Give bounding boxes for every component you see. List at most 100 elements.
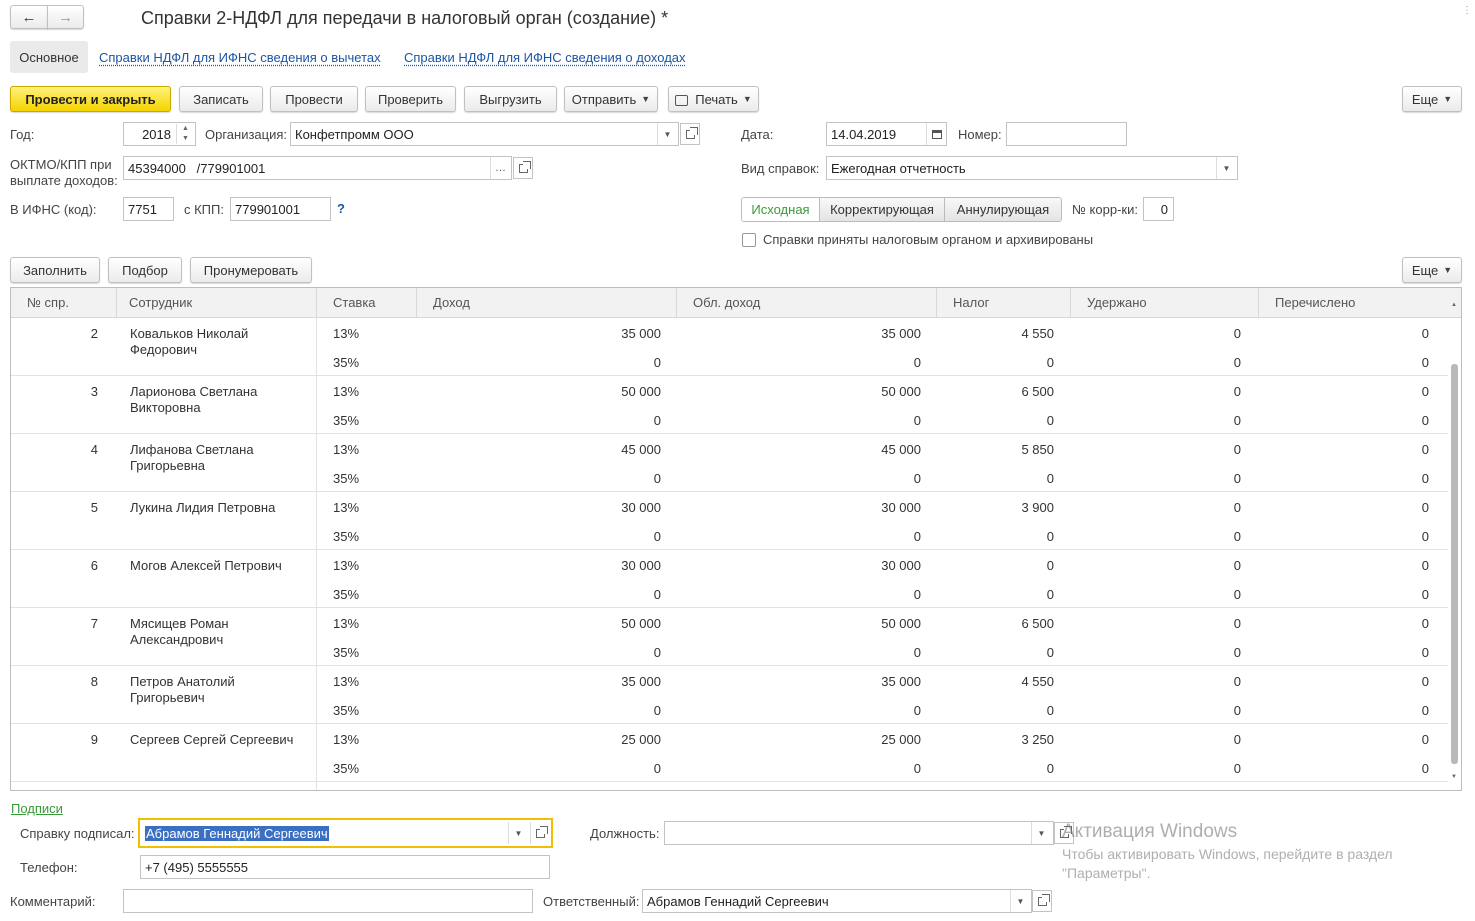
cell-tax: 3 250 <box>1021 732 1054 747</box>
print-label: Печать <box>695 91 738 107</box>
post-and-close-button[interactable]: Провести и закрыть <box>10 86 171 112</box>
window-menu-icon[interactable]: ⋮ <box>1462 6 1472 24</box>
kind-dropdown-icon[interactable]: ▼ <box>1216 157 1236 179</box>
cell-taxable: 0 <box>913 413 921 428</box>
cell-rate: 35% <box>333 529 360 544</box>
cell-income: 0 <box>653 413 661 428</box>
table-row[interactable]: 9 Сергеев Сергей Сергеевич 13% 25 000 25 000… <box>11 724 1448 782</box>
certificates-table: № спр. Сотрудник Ставка Доход Обл. доход… <box>10 287 1462 791</box>
cert-number: 2 <box>90 326 98 341</box>
table-row[interactable]: 4 Лифанова Светлана Григорьевна 13% 45 000 4… <box>11 434 1448 492</box>
mode-original[interactable]: Исходная <box>742 198 820 221</box>
cell-rate: 13% <box>333 732 360 747</box>
col-paid[interactable]: Перечислено <box>1259 288 1461 318</box>
org-dropdown-icon[interactable]: ▼ <box>657 123 677 145</box>
table-row[interactable]: 6 Могов Алексей Петрович 13% 30 000 30 000 0 0… <box>11 550 1448 608</box>
signed-dropdown-icon[interactable]: ▼ <box>508 822 528 844</box>
col-num[interactable]: № спр. <box>11 288 117 318</box>
table-row[interactable]: 2 Ковальков Николай Федорович 13% 35 000 35 … <box>11 318 1448 376</box>
scroll-down-icon[interactable]: ▼ <box>1451 774 1457 780</box>
signed-field[interactable]: Абрамов Геннадий Сергеевич ▼ <box>138 818 553 848</box>
unload-button[interactable]: Выгрузить <box>464 86 557 112</box>
comment-field[interactable] <box>123 889 533 913</box>
cell-tax: 0 <box>1046 471 1054 486</box>
position-dropdown-icon[interactable]: ▼ <box>1031 822 1051 844</box>
back-button[interactable]: ← <box>10 5 48 29</box>
save-button[interactable]: Записать <box>179 86 263 112</box>
signatures-section-link[interactable]: Подписи <box>11 801 63 816</box>
kind-field[interactable]: Ежегодная отчетность <box>826 156 1238 180</box>
table-row[interactable]: 5 Лукина Лидия Петровна 13% 30 000 30 000 3 9… <box>11 492 1448 550</box>
arrow-right-icon: → <box>58 8 73 26</box>
cell-tax: 0 <box>1046 703 1054 718</box>
tab-main[interactable]: Основное <box>10 41 88 73</box>
chevron-down-icon: ▼ <box>641 94 651 104</box>
position-field[interactable] <box>664 821 1054 845</box>
more-button[interactable]: Еще ▼ <box>1402 86 1462 112</box>
corr-field[interactable]: 0 <box>1143 197 1174 221</box>
cell-tax: 4 550 <box>1021 674 1054 689</box>
print-button[interactable]: Печать ▼ <box>668 86 759 112</box>
responsible-open-icon[interactable] <box>1032 890 1052 912</box>
ifns-field[interactable]: 7751 <box>123 197 174 221</box>
kpp-field[interactable]: 779901001 <box>230 197 331 221</box>
oktmo-field[interactable]: 45394000 /779901001 <box>123 156 512 180</box>
employee-name: Сергеев Сергей Сергеевич <box>130 732 294 747</box>
oktmo-open-icon[interactable] <box>513 157 533 179</box>
cell-rate: 13% <box>333 500 360 515</box>
check-button[interactable]: Проверить <box>365 86 456 112</box>
org-label: Организация: <box>205 127 288 142</box>
comment-label: Комментарий: <box>10 894 96 909</box>
mode-cancel[interactable]: Аннулирующая <box>945 198 1061 221</box>
activation-watermark-line1: Чтобы активировать Windows, перейдите в … <box>1062 846 1393 862</box>
activation-watermark-title: Активация Windows <box>1062 821 1238 842</box>
ellipsis-icon[interactable]: … <box>490 157 510 179</box>
cell-income: 0 <box>653 761 661 776</box>
corr-value: 0 <box>1160 201 1168 217</box>
cell-income: 25 000 <box>621 732 661 747</box>
responsible-dropdown-icon[interactable]: ▼ <box>1010 890 1030 912</box>
col-withheld[interactable]: Удержано <box>1071 288 1259 318</box>
table-row[interactable]: 8 Петров Анатолий Григорьевич 13% 35 000 35 … <box>11 666 1448 724</box>
kpp-value: 779901001 <box>235 201 301 217</box>
cell-tax: 4 550 <box>1021 326 1054 341</box>
org-field[interactable]: Конфетпромм ООО <box>290 122 679 146</box>
signed-open-icon[interactable] <box>530 822 550 844</box>
scroll-up-icon[interactable]: ▲ <box>1451 302 1457 308</box>
window-title: Справки 2-НДФЛ для передачи в налоговый … <box>141 8 669 28</box>
col-tax[interactable]: Налог <box>937 288 1071 318</box>
pick-button[interactable]: Подбор <box>108 257 182 283</box>
forward-button[interactable]: → <box>47 5 84 29</box>
cell-income: 30 000 <box>621 558 661 573</box>
table-more-button[interactable]: Еще ▼ <box>1402 257 1462 283</box>
cert-number: 6 <box>90 558 98 573</box>
col-income[interactable]: Доход <box>417 288 677 318</box>
table-row[interactable]: 3 Ларионова Светлана Викторовна 13% 50 000 5… <box>11 376 1448 434</box>
tab-incomes[interactable]: Справки НДФЛ для ИФНС сведения о доходах <box>404 50 686 65</box>
calendar-icon[interactable] <box>926 123 946 145</box>
year-value: 2018 <box>142 126 171 142</box>
cell-paid: 0 <box>1421 587 1429 602</box>
table-row[interactable]: 7 Мясищев Роман Александрович 13% 50 000 50 … <box>11 608 1448 666</box>
scroll-thumb[interactable] <box>1451 364 1458 764</box>
responsible-field[interactable]: Абрамов Геннадий Сергеевич <box>642 889 1032 913</box>
post-button[interactable]: Провести <box>270 86 358 112</box>
tab-deductions[interactable]: Справки НДФЛ для ИФНС сведения о вычетах <box>99 50 381 65</box>
year-stepper[interactable]: ▲ ▼ <box>176 124 194 144</box>
phone-field[interactable]: +7 (495) 5555555 <box>140 855 550 879</box>
cell-withheld: 0 <box>1233 761 1241 776</box>
table-scrollbar[interactable]: ▲ ▼ <box>1449 302 1459 782</box>
col-taxable[interactable]: Обл. доход <box>677 288 937 318</box>
mode-corrective[interactable]: Корректирующая <box>820 198 945 221</box>
renumber-button[interactable]: Пронумеровать <box>190 257 312 283</box>
number-field[interactable] <box>1006 122 1127 146</box>
fill-button[interactable]: Заполнить <box>10 257 100 283</box>
year-label: Год: <box>10 127 35 142</box>
help-icon[interactable]: ? <box>337 201 345 216</box>
col-rate[interactable]: Ставка <box>317 288 417 318</box>
col-employee[interactable]: Сотрудник <box>117 288 317 318</box>
send-button[interactable]: Отправить ▼ <box>564 86 658 112</box>
org-open-icon[interactable] <box>680 123 700 145</box>
cert-number: 7 <box>90 616 98 631</box>
archived-checkbox[interactable] <box>742 233 756 247</box>
